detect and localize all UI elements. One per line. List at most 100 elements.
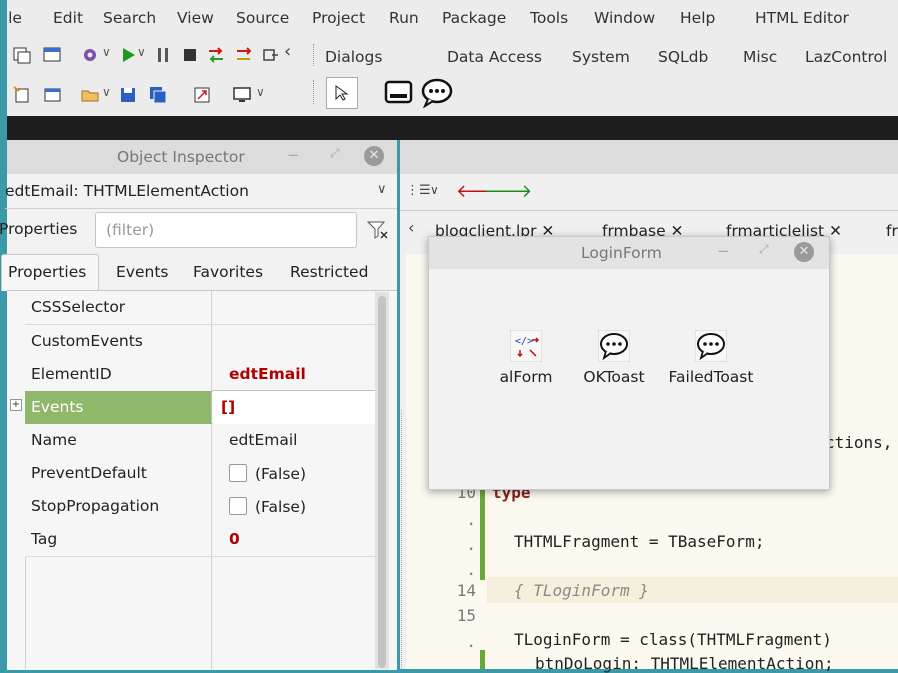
component-alform[interactable]: </> alForm (491, 330, 561, 386)
palette-tab-data-access[interactable]: Data Access (447, 48, 542, 66)
save-icon[interactable] (118, 85, 138, 105)
palette-tab-sqldb[interactable]: SQLdb (658, 48, 708, 66)
menu-package[interactable]: Package (442, 9, 506, 27)
menu-window[interactable]: Window (594, 9, 655, 27)
property-row[interactable]: Name edtEmail (25, 424, 381, 458)
menu-tools[interactable]: Tools (530, 9, 568, 27)
speech-bubble-icon (695, 330, 727, 362)
chevron-down-icon[interactable]: ∨ (430, 183, 439, 197)
component-label: alForm (499, 368, 553, 386)
monitor-icon[interactable] (232, 85, 252, 105)
minimize-icon[interactable]: − (287, 146, 300, 164)
tab-favorites[interactable]: Favorites (193, 263, 263, 281)
object-inspector-titlebar[interactable]: Object Inspector − ⤢ ✕ (7, 140, 397, 174)
toggle-form-icon[interactable] (42, 45, 62, 65)
login-form-designer[interactable]: LoginForm − ⤢ ✕ </> alForm OKToast Faile… (428, 236, 830, 490)
palette-tab-dialogs[interactable]: Dialogs (325, 48, 382, 66)
menu-source[interactable]: Source (236, 9, 289, 27)
chevron-down-icon[interactable]: ∨ (102, 85, 111, 99)
filter-input[interactable]: (filter) (95, 212, 357, 248)
minimize-icon[interactable]: − (717, 242, 730, 260)
property-row-selected[interactable]: Events [] (25, 390, 381, 425)
selection-tool-button[interactable] (326, 77, 358, 109)
step-over-icon[interactable] (234, 45, 254, 65)
scrollbar-thumb[interactable] (378, 296, 386, 668)
property-name: CSSSelector (31, 298, 126, 316)
code-comment: { TLoginForm } (514, 581, 649, 600)
chevron-down-icon[interactable]: ∨ (256, 85, 265, 99)
menu-run[interactable]: Run (389, 9, 419, 27)
svg-text:</>: </> (515, 336, 533, 347)
property-value[interactable]: (False) (229, 464, 306, 483)
property-row[interactable]: Tag 0 (25, 523, 381, 557)
checkbox[interactable] (229, 464, 247, 482)
line-number: 15 (456, 606, 476, 625)
new-form-icon[interactable] (42, 85, 62, 105)
maximize-icon[interactable]: ⤢ (330, 146, 340, 161)
expand-icon[interactable]: + (10, 399, 22, 411)
step-out-icon[interactable] (260, 45, 280, 65)
scrollbar-track[interactable] (375, 292, 389, 669)
chevron-down-icon[interactable]: ∨ (102, 45, 111, 59)
login-form-titlebar[interactable]: LoginForm − ⤢ ✕ (429, 237, 829, 269)
source-editor-titlebar[interactable] (400, 140, 898, 174)
html-element-icon[interactable] (384, 79, 414, 107)
stop-icon[interactable] (180, 45, 200, 65)
scroll-left-icon[interactable]: ‹ (284, 41, 291, 62)
property-row[interactable]: CSSSelector (25, 291, 381, 325)
property-row[interactable]: PreventDefault (False) (25, 457, 381, 491)
component-oktoast[interactable]: OKToast (574, 330, 654, 386)
close-icon[interactable]: ✕ (364, 146, 384, 166)
menu-project[interactable]: Project (312, 9, 365, 27)
property-name: StopPropagation (31, 497, 160, 515)
property-value[interactable]: edtEmail (229, 431, 297, 449)
tab-properties[interactable]: Properties (1, 254, 99, 291)
palette-tab-system[interactable]: System (572, 48, 630, 66)
menu-help[interactable]: Help (680, 9, 715, 27)
action-list-icon: </> (510, 330, 542, 362)
open-icon[interactable] (80, 85, 100, 105)
chevron-down-icon[interactable]: ∨ (137, 45, 146, 59)
scroll-tabs-left-icon[interactable]: ‹ (408, 218, 414, 237)
pause-icon[interactable] (153, 45, 173, 65)
run-icon[interactable] (118, 45, 138, 65)
component-failedtoast[interactable]: FailedToast (661, 330, 761, 386)
property-row[interactable]: ElementID edtEmail (25, 358, 381, 392)
view-forms-icon[interactable] (12, 45, 32, 65)
toggle-form-unit-icon[interactable] (192, 85, 212, 105)
tab-events[interactable]: Events (116, 263, 168, 281)
close-icon[interactable]: ✕ (794, 242, 814, 262)
close-tab-icon[interactable]: ✕ (829, 222, 842, 240)
tab-properties-label: Properties (8, 263, 87, 281)
tab-restricted[interactable]: Restricted (290, 263, 368, 281)
editor-tab[interactable]: fr (886, 222, 898, 240)
property-value[interactable]: (False) (229, 497, 306, 516)
property-row[interactable]: CustomEvents (25, 325, 381, 359)
save-all-icon[interactable] (148, 85, 168, 105)
property-row[interactable]: StopPropagation (False) (25, 490, 381, 524)
menu-search[interactable]: Search (103, 9, 156, 27)
step-into-icon[interactable] (206, 45, 226, 65)
property-value-editor[interactable] (211, 390, 379, 425)
maximize-icon[interactable]: ⤢ (759, 242, 769, 257)
object-inspector-window: Object Inspector − ⤢ ✕ edtEmail: THTMLEl… (0, 140, 397, 670)
new-unit-icon[interactable] (12, 85, 32, 105)
clear-filter-icon[interactable] (367, 220, 389, 240)
toolbar-divider (313, 80, 316, 104)
menu-view[interactable]: View (177, 9, 214, 27)
menu-edit[interactable]: Edit (53, 9, 83, 27)
forward-arrow-icon[interactable]: 🡒 (484, 181, 532, 202)
jump-list-icon[interactable]: ⋮☰ (406, 183, 431, 198)
workspace-background (0, 116, 898, 140)
property-name: CustomEvents (31, 332, 143, 350)
palette-tab-lazcontrol[interactable]: LazControl (805, 48, 887, 66)
property-value[interactable]: 0 (229, 530, 240, 548)
component-selector[interactable]: edtEmail: THTMLElementAction ∨ (5, 176, 397, 209)
toast-speech-bubble-icon[interactable] (420, 78, 454, 108)
property-value[interactable]: edtEmail (229, 365, 306, 383)
palette-tab-misc[interactable]: Misc (743, 48, 777, 66)
menu-html-editor[interactable]: HTML Editor (755, 9, 849, 27)
build-modes-icon[interactable] (80, 45, 100, 65)
checkbox[interactable] (229, 497, 247, 515)
line-number: . (466, 510, 476, 529)
